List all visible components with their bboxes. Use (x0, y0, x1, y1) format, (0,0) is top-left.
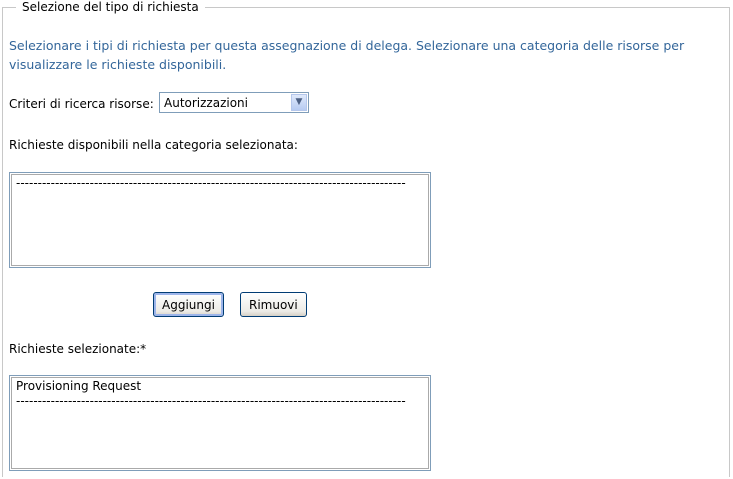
selected-requests-list[interactable]: Provisioning Request -------------------… (9, 375, 431, 471)
criteria-selected-value: Autorizzazioni (164, 96, 248, 110)
available-requests-list[interactable]: ----------------------------------------… (9, 172, 431, 268)
selected-label: Richieste selezionate:* (9, 342, 147, 356)
section-legend: Selezione del tipo di richiesta (16, 0, 205, 14)
remove-button[interactable]: Rimuovi (240, 292, 307, 317)
list-item[interactable]: ----------------------------------------… (16, 394, 406, 409)
add-button[interactable]: Aggiungi (153, 292, 224, 317)
available-label: Richieste disponibili nella categoria se… (9, 138, 298, 152)
chevron-down-icon[interactable]: ▼ (291, 94, 307, 111)
list-item[interactable]: Provisioning Request (16, 379, 406, 394)
criteria-label: Criteri di ricerca risorse: (9, 97, 154, 111)
intro-text: Selezionare i tipi di richiesta per ques… (9, 38, 685, 72)
list-item[interactable]: ----------------------------------------… (16, 176, 406, 191)
criteria-select[interactable]: Autorizzazioni ▼ (159, 92, 309, 113)
